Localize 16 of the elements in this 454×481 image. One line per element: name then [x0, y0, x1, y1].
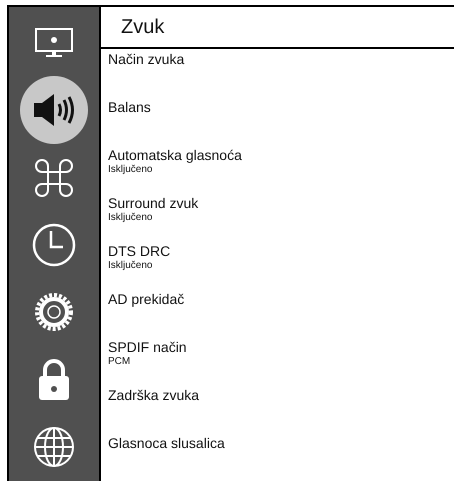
clock-icon — [32, 222, 76, 267]
menu-item[interactable]: SPDIF način PCM — [108, 337, 454, 385]
menu-item[interactable]: Balans — [108, 97, 454, 145]
menu-item[interactable]: Zadrška zvuka — [108, 385, 454, 433]
menu-item[interactable]: Automatska glasnoća Isključeno — [108, 145, 454, 193]
menu-item[interactable]: Glasnoca slusalica — [108, 433, 454, 481]
command-icon — [34, 158, 74, 198]
menu-item[interactable]: Način zvuka — [108, 49, 454, 97]
menu-item[interactable]: Surround zvuk Isključeno — [108, 193, 454, 241]
globe-icon — [33, 426, 75, 468]
page-title: Zvuk — [121, 15, 164, 40]
speaker-icon — [32, 92, 76, 128]
menu-item[interactable]: DTS DRC Isključeno — [108, 241, 454, 289]
menu-item[interactable]: AD prekidač — [108, 289, 454, 337]
tv-settings-icon — [34, 26, 74, 59]
lock-icon — [37, 358, 71, 401]
